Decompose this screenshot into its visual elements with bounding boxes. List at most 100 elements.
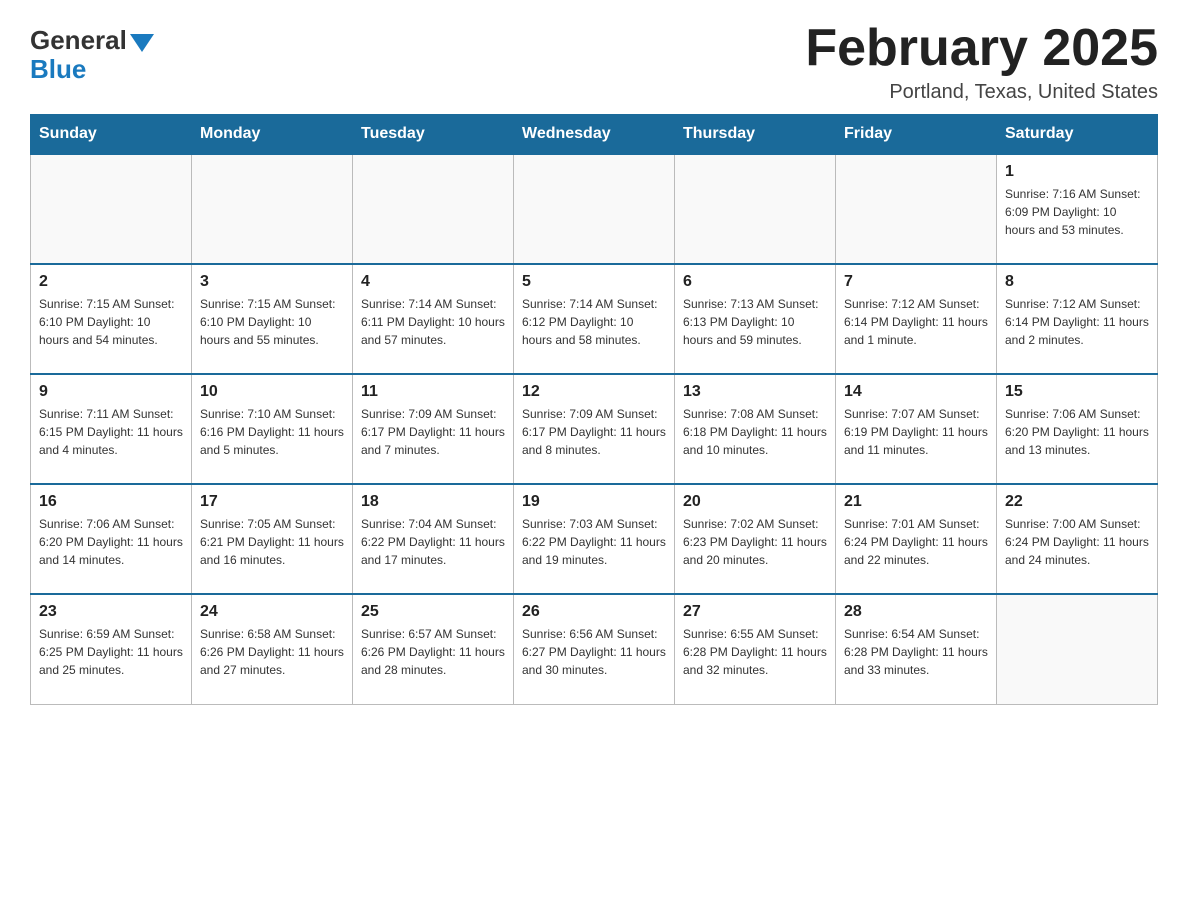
calendar-cell: 7 Sunrise: 7:12 AM Sunset: 6:14 PM Daylig… — [836, 264, 997, 374]
calendar-cell: 24Sunrise: 6:58 AM Sunset: 6:26 PM Dayli… — [192, 594, 353, 704]
calendar-cell: 21Sunrise: 7:01 AM Sunset: 6:24 PM Dayli… — [836, 484, 997, 594]
day-number: 23 — [39, 603, 183, 621]
day-number: 12 — [522, 383, 666, 401]
calendar-cell: 22Sunrise: 7:00 AM Sunset: 6:24 PM Dayli… — [997, 484, 1158, 594]
calendar-cell: 3 Sunrise: 7:15 AM Sunset: 6:10 PM Daylig… — [192, 264, 353, 374]
day-info: Sunrise: 6:54 AM Sunset: 6:28 PM Dayligh… — [844, 625, 988, 679]
calendar-table: SundayMondayTuesdayWednesdayThursdayFrid… — [30, 114, 1158, 705]
calendar-cell: 28 Sunrise: 6:54 AM Sunset: 6:28 PM Dayli… — [836, 594, 997, 704]
calendar-cell: 17 Sunrise: 7:05 AM Sunset: 6:21 PM Dayli… — [192, 484, 353, 594]
day-number: 4 — [361, 273, 505, 291]
day-info: Sunrise: 7:14 AM Sunset: 6:11 PM Dayligh… — [361, 295, 505, 349]
title-block: February 2025 Portland, Texas, United St… — [805, 20, 1158, 104]
day-number: 15 — [1005, 383, 1149, 401]
day-number: 1 — [1005, 163, 1149, 181]
calendar-cell: 13 Sunrise: 7:08 AM Sunset: 6:18 PM Dayli… — [675, 374, 836, 484]
calendar-cell: 4 Sunrise: 7:14 AM Sunset: 6:11 PM Daylig… — [353, 264, 514, 374]
calendar-cell: 8Sunrise: 7:12 AM Sunset: 6:14 PM Daylig… — [997, 264, 1158, 374]
day-number: 28 — [844, 603, 988, 621]
month-title: February 2025 — [805, 20, 1158, 77]
day-info: Sunrise: 7:03 AM Sunset: 6:22 PM Dayligh… — [522, 515, 666, 569]
day-info: Sunrise: 7:07 AM Sunset: 6:19 PM Dayligh… — [844, 405, 988, 459]
day-number: 6 — [683, 273, 827, 291]
calendar-cell: 20 Sunrise: 7:02 AM Sunset: 6:23 PM Dayli… — [675, 484, 836, 594]
column-header-saturday: Saturday — [997, 115, 1158, 155]
day-number: 11 — [361, 383, 505, 401]
calendar-cell — [353, 154, 514, 264]
day-info: Sunrise: 7:10 AM Sunset: 6:16 PM Dayligh… — [200, 405, 344, 459]
day-number: 10 — [200, 383, 344, 401]
day-info: Sunrise: 7:12 AM Sunset: 6:14 PM Dayligh… — [844, 295, 988, 349]
calendar-cell: 2Sunrise: 7:15 AM Sunset: 6:10 PM Daylig… — [31, 264, 192, 374]
day-number: 17 — [200, 493, 344, 511]
location-text: Portland, Texas, United States — [805, 81, 1158, 104]
column-header-tuesday: Tuesday — [353, 115, 514, 155]
day-info: Sunrise: 6:56 AM Sunset: 6:27 PM Dayligh… — [522, 625, 666, 679]
day-number: 19 — [522, 493, 666, 511]
day-number: 9 — [39, 383, 183, 401]
day-info: Sunrise: 7:11 AM Sunset: 6:15 PM Dayligh… — [39, 405, 183, 459]
week-row-1: 1Sunrise: 7:16 AM Sunset: 6:09 PM Daylig… — [31, 154, 1158, 264]
day-number: 14 — [844, 383, 988, 401]
day-number: 3 — [200, 273, 344, 291]
day-number: 20 — [683, 493, 827, 511]
day-number: 5 — [522, 273, 666, 291]
calendar-cell: 9 Sunrise: 7:11 AM Sunset: 6:15 PM Daylig… — [31, 374, 192, 484]
calendar-cell: 18Sunrise: 7:04 AM Sunset: 6:22 PM Dayli… — [353, 484, 514, 594]
calendar-cell: 27 Sunrise: 6:55 AM Sunset: 6:28 PM Dayli… — [675, 594, 836, 704]
calendar-cell: 12 Sunrise: 7:09 AM Sunset: 6:17 PM Dayli… — [514, 374, 675, 484]
logo-general-text: General — [30, 25, 127, 56]
logo-blue-text: Blue — [30, 54, 86, 85]
day-number: 18 — [361, 493, 505, 511]
column-header-sunday: Sunday — [31, 115, 192, 155]
calendar-cell: 14 Sunrise: 7:07 AM Sunset: 6:19 PM Dayli… — [836, 374, 997, 484]
calendar-cell: 15 Sunrise: 7:06 AM Sunset: 6:20 PM Dayli… — [997, 374, 1158, 484]
day-info: Sunrise: 7:01 AM Sunset: 6:24 PM Dayligh… — [844, 515, 988, 569]
day-info: Sunrise: 7:05 AM Sunset: 6:21 PM Dayligh… — [200, 515, 344, 569]
column-header-monday: Monday — [192, 115, 353, 155]
calendar-cell — [675, 154, 836, 264]
day-info: Sunrise: 7:13 AM Sunset: 6:13 PM Dayligh… — [683, 295, 827, 349]
calendar-cell: 10 Sunrise: 7:10 AM Sunset: 6:16 PM Dayli… — [192, 374, 353, 484]
calendar-cell — [997, 594, 1158, 704]
day-info: Sunrise: 7:15 AM Sunset: 6:10 PM Dayligh… — [39, 295, 183, 349]
day-number: 27 — [683, 603, 827, 621]
calendar-cell — [192, 154, 353, 264]
day-number: 26 — [522, 603, 666, 621]
calendar-cell — [514, 154, 675, 264]
week-row-3: 9 Sunrise: 7:11 AM Sunset: 6:15 PM Daylig… — [31, 374, 1158, 484]
calendar-cell: 1Sunrise: 7:16 AM Sunset: 6:09 PM Daylig… — [997, 154, 1158, 264]
day-info: Sunrise: 7:06 AM Sunset: 6:20 PM Dayligh… — [39, 515, 183, 569]
day-number: 13 — [683, 383, 827, 401]
day-info: Sunrise: 7:09 AM Sunset: 6:17 PM Dayligh… — [522, 405, 666, 459]
column-header-friday: Friday — [836, 115, 997, 155]
calendar-header-row: SundayMondayTuesdayWednesdayThursdayFrid… — [31, 115, 1158, 155]
day-number: 24 — [200, 603, 344, 621]
day-info: Sunrise: 7:02 AM Sunset: 6:23 PM Dayligh… — [683, 515, 827, 569]
calendar-cell: 6 Sunrise: 7:13 AM Sunset: 6:13 PM Daylig… — [675, 264, 836, 374]
column-header-wednesday: Wednesday — [514, 115, 675, 155]
day-info: Sunrise: 6:55 AM Sunset: 6:28 PM Dayligh… — [683, 625, 827, 679]
calendar-cell: 11Sunrise: 7:09 AM Sunset: 6:17 PM Dayli… — [353, 374, 514, 484]
week-row-5: 23 Sunrise: 6:59 AM Sunset: 6:25 PM Dayli… — [31, 594, 1158, 704]
column-header-thursday: Thursday — [675, 115, 836, 155]
day-number: 22 — [1005, 493, 1149, 511]
day-info: Sunrise: 7:14 AM Sunset: 6:12 PM Dayligh… — [522, 295, 666, 349]
day-info: Sunrise: 7:08 AM Sunset: 6:18 PM Dayligh… — [683, 405, 827, 459]
calendar-cell — [836, 154, 997, 264]
logo-arrow-icon — [130, 34, 154, 52]
week-row-4: 16 Sunrise: 7:06 AM Sunset: 6:20 PM Dayli… — [31, 484, 1158, 594]
week-row-2: 2Sunrise: 7:15 AM Sunset: 6:10 PM Daylig… — [31, 264, 1158, 374]
calendar-cell: 25Sunrise: 6:57 AM Sunset: 6:26 PM Dayli… — [353, 594, 514, 704]
calendar-cell: 19 Sunrise: 7:03 AM Sunset: 6:22 PM Dayli… — [514, 484, 675, 594]
calendar-cell: 16 Sunrise: 7:06 AM Sunset: 6:20 PM Dayli… — [31, 484, 192, 594]
day-info: Sunrise: 7:12 AM Sunset: 6:14 PM Dayligh… — [1005, 295, 1149, 349]
day-info: Sunrise: 7:15 AM Sunset: 6:10 PM Dayligh… — [200, 295, 344, 349]
day-number: 16 — [39, 493, 183, 511]
calendar-cell — [31, 154, 192, 264]
day-info: Sunrise: 6:59 AM Sunset: 6:25 PM Dayligh… — [39, 625, 183, 679]
calendar-cell: 26 Sunrise: 6:56 AM Sunset: 6:27 PM Dayli… — [514, 594, 675, 704]
day-info: Sunrise: 7:06 AM Sunset: 6:20 PM Dayligh… — [1005, 405, 1149, 459]
day-number: 25 — [361, 603, 505, 621]
day-number: 7 — [844, 273, 988, 291]
